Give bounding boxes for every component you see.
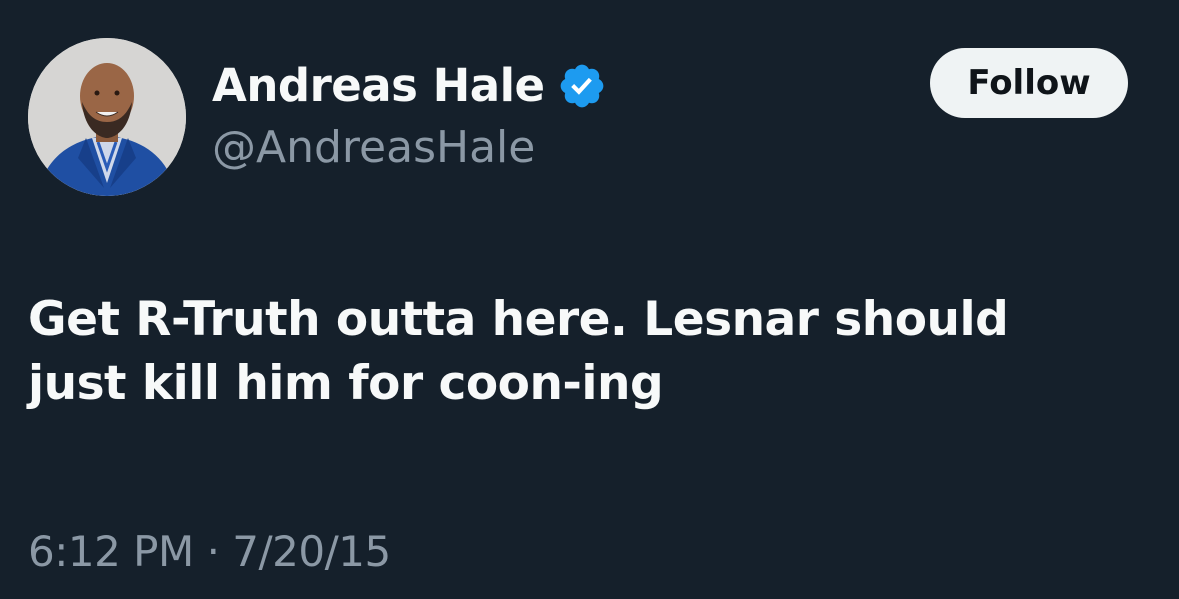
author-name-row: Andreas Hale bbox=[212, 56, 607, 116]
display-name[interactable]: Andreas Hale bbox=[212, 56, 545, 116]
tweet-text: Get R-Truth outta here. Lesnar should ju… bbox=[28, 288, 1158, 416]
avatar[interactable] bbox=[28, 38, 186, 196]
profile-avatar bbox=[28, 38, 186, 196]
tweet-card: Andreas Hale @AndreasHale Follow Get R-T… bbox=[0, 0, 1179, 599]
tweet-timestamp[interactable]: 6:12 PM · 7/20/15 bbox=[28, 524, 391, 580]
follow-button[interactable]: Follow bbox=[930, 48, 1128, 118]
user-handle[interactable]: @AndreasHale bbox=[212, 118, 535, 178]
tweet-text-line: Get R-Truth outta here. Lesnar should bbox=[28, 292, 1009, 347]
tweet-text-line: just kill him for coon-ing bbox=[28, 356, 664, 411]
verified-badge-icon bbox=[557, 61, 607, 111]
